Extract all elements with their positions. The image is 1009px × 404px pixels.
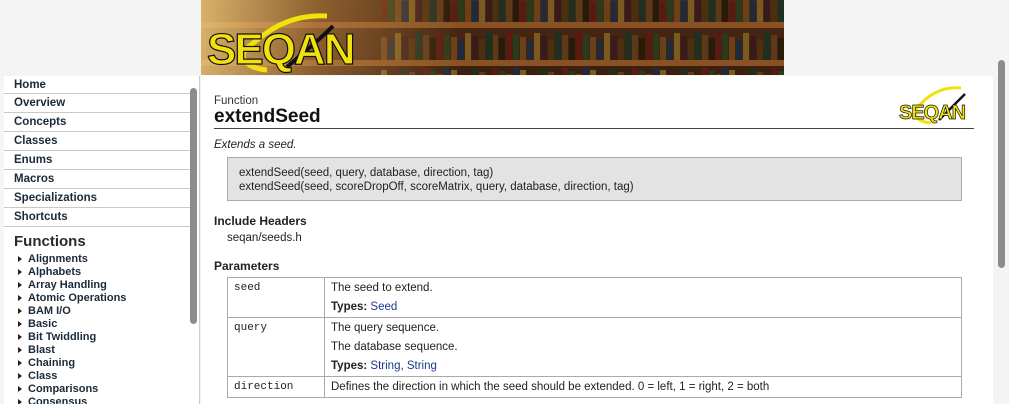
small-logo-text: SEQAN bbox=[899, 102, 966, 124]
function-group-item[interactable]: BAM I/O bbox=[4, 304, 199, 317]
seqan-logo[interactable]: SEQAN bbox=[207, 12, 387, 74]
function-group-label: BAM I/O bbox=[28, 304, 71, 317]
sidebar-item-enums[interactable]: Enums bbox=[4, 151, 190, 170]
parameter-description: Defines the direction in which the seed … bbox=[324, 376, 962, 398]
function-group-item[interactable]: Chaining bbox=[4, 356, 199, 369]
main-content: Function extendSeed SEQAN Extends a seed… bbox=[201, 76, 993, 404]
parameter-row: seed The seed to extend. Types: Seed bbox=[227, 277, 962, 318]
function-group-label: Bit Twiddling bbox=[28, 330, 97, 343]
expand-triangle-icon[interactable] bbox=[18, 346, 22, 353]
signature-box: extendSeed(seed, query, database, direct… bbox=[227, 157, 962, 201]
logo-text: SEQAN bbox=[207, 25, 353, 74]
parameter-description: The seed to extend. Types: Seed bbox=[324, 277, 962, 318]
sidebar-scrollbar[interactable] bbox=[190, 88, 197, 324]
type-link[interactable]: String bbox=[370, 360, 400, 372]
signature-line: extendSeed(seed, scoreDropOff, scoreMatr… bbox=[239, 181, 634, 193]
include-header-file: seqan/seeds.h bbox=[227, 232, 302, 244]
type-link[interactable]: String bbox=[407, 360, 437, 372]
expand-triangle-icon[interactable] bbox=[18, 333, 22, 340]
sidebar: Home Overview Concepts Classes Enums Macros Sp… bbox=[4, 76, 200, 404]
sidebar-item-classes[interactable]: Classes bbox=[4, 132, 190, 151]
title-divider bbox=[214, 128, 974, 129]
sidebar-item-shortcuts[interactable]: Shortcuts bbox=[4, 208, 190, 227]
function-group-label: Consensus bbox=[28, 395, 88, 404]
parameter-description-text: The query sequence. bbox=[331, 322, 440, 334]
parameter-description: The query sequence. The database sequence… bbox=[324, 317, 962, 377]
function-group-item[interactable]: Alphabets bbox=[4, 265, 199, 278]
expand-triangle-icon[interactable] bbox=[18, 307, 22, 314]
signature-line: extendSeed(seed, query, database, direct… bbox=[239, 167, 494, 179]
page-title: extendSeed bbox=[214, 106, 321, 127]
parameter-name: seed bbox=[227, 277, 325, 318]
expand-triangle-icon[interactable] bbox=[18, 281, 22, 288]
function-group-item[interactable]: Atomic Operations bbox=[4, 291, 199, 304]
expand-triangle-icon[interactable] bbox=[18, 385, 22, 392]
function-group-item[interactable]: Basic bbox=[4, 317, 199, 330]
parameter-row: direction Defines the direction in which … bbox=[227, 376, 962, 398]
parameters-table: seed The seed to extend. Types: Seed query T… bbox=[227, 277, 962, 398]
function-group-label: Alphabets bbox=[28, 265, 82, 278]
function-group-item[interactable]: Blast bbox=[4, 343, 199, 356]
types-label: Types: bbox=[331, 360, 368, 372]
expand-triangle-icon[interactable] bbox=[18, 320, 22, 327]
types-label: Types: bbox=[331, 301, 368, 313]
header-banner: SEQAN bbox=[201, 0, 784, 75]
function-group-item[interactable]: Comparisons bbox=[4, 382, 199, 395]
parameter-description-text: The database sequence. bbox=[331, 341, 458, 353]
parameter-types: Types: String, String bbox=[331, 360, 437, 372]
sidebar-section-title: Functions bbox=[14, 233, 86, 250]
expand-triangle-icon[interactable] bbox=[18, 359, 22, 366]
function-group-label: Array Handling bbox=[28, 278, 107, 291]
sidebar-item-macros[interactable]: Macros bbox=[4, 170, 190, 189]
expand-triangle-icon[interactable] bbox=[18, 398, 22, 404]
seqan-small-logo[interactable]: SEQAN bbox=[899, 86, 977, 126]
function-group-item[interactable]: Alignments bbox=[4, 252, 199, 265]
parameter-types: Types: Seed bbox=[331, 300, 955, 314]
function-group-item[interactable]: Array Handling bbox=[4, 278, 199, 291]
expand-triangle-icon[interactable] bbox=[18, 372, 22, 379]
function-group-label: Basic bbox=[28, 317, 58, 330]
include-headers-heading: Include Headers bbox=[214, 214, 307, 228]
parameter-row: query The query sequence. The database seq… bbox=[227, 317, 962, 377]
function-group-item[interactable]: Consensus bbox=[4, 395, 199, 404]
parameter-description-text: The seed to extend. bbox=[331, 282, 433, 294]
function-group-label: Blast bbox=[28, 343, 55, 356]
function-group-item[interactable]: Bit Twiddling bbox=[4, 330, 199, 343]
parameter-name: direction bbox=[227, 376, 325, 398]
sidebar-item-concepts[interactable]: Concepts bbox=[4, 113, 190, 132]
expand-triangle-icon[interactable] bbox=[18, 294, 22, 301]
window-scrollbar[interactable] bbox=[998, 60, 1005, 268]
function-group-item[interactable]: Class bbox=[4, 369, 199, 382]
sidebar-item-home[interactable]: Home bbox=[4, 76, 190, 94]
parameter-description-text: Defines the direction in which the seed … bbox=[331, 381, 770, 393]
summary-text: Extends a seed. bbox=[214, 139, 297, 151]
function-group-label: Alignments bbox=[28, 252, 88, 265]
expand-triangle-icon[interactable] bbox=[18, 255, 22, 262]
function-group-label: Comparisons bbox=[28, 382, 99, 395]
function-group-label: Class bbox=[28, 369, 58, 382]
type-link[interactable]: Seed bbox=[370, 301, 397, 313]
expand-triangle-icon[interactable] bbox=[18, 268, 22, 275]
sidebar-item-overview[interactable]: Overview bbox=[4, 94, 190, 113]
sidebar-item-specializations[interactable]: Specializations bbox=[4, 189, 190, 208]
parameter-name: query bbox=[227, 317, 325, 377]
function-group-label: Atomic Operations bbox=[28, 291, 127, 304]
function-group-list: Alignments Alphabets Array Handling Atomic … bbox=[4, 252, 199, 404]
function-group-label: Chaining bbox=[28, 356, 76, 369]
parameters-heading: Parameters bbox=[214, 259, 280, 273]
sidebar-nav: Home Overview Concepts Classes Enums Macros Sp… bbox=[4, 76, 199, 227]
